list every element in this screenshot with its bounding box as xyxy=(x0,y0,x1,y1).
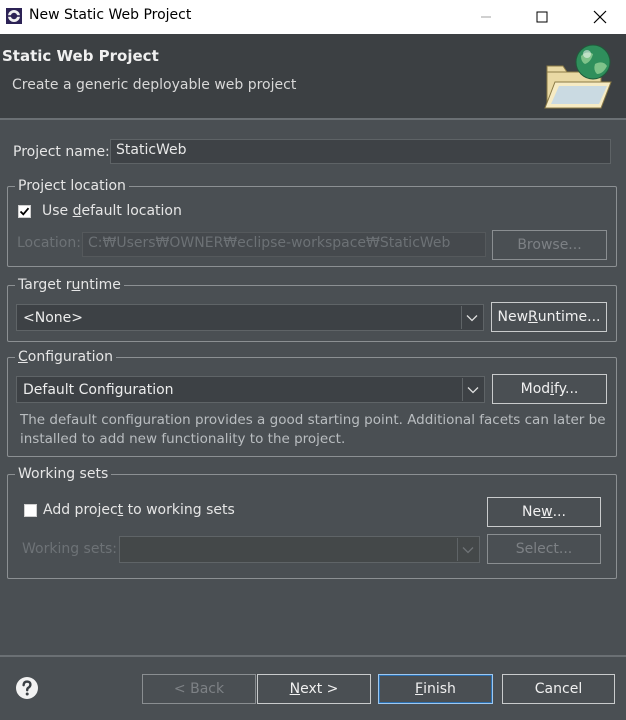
wizard-title: Static Web Project xyxy=(2,47,159,65)
configuration-select[interactable]: Default Configuration xyxy=(16,376,485,403)
new-working-set-post: ... xyxy=(552,504,566,520)
configuration-description-line2: installed to add new functionality to th… xyxy=(20,431,346,447)
target-runtime-selected: <None> xyxy=(23,309,83,326)
eclipse-app-icon xyxy=(6,8,22,24)
help-icon xyxy=(16,677,38,699)
chevron-down-icon[interactable] xyxy=(462,378,483,401)
use-default-location-label-post: efault location xyxy=(81,203,182,219)
add-to-working-sets-checkbox[interactable] xyxy=(24,504,37,517)
add-to-working-sets-post: to working sets xyxy=(123,502,235,518)
finish-post: inish xyxy=(423,681,456,697)
add-to-working-sets-pre: Add projec xyxy=(43,502,118,518)
minimize-icon xyxy=(481,16,491,18)
new-runtime-pre: New xyxy=(497,309,529,325)
modify-post: fy... xyxy=(554,381,579,397)
window-title: New Static Web Project xyxy=(29,7,192,23)
next-mnemonic: N xyxy=(289,681,301,697)
new-working-set-button[interactable]: Ne w... xyxy=(487,497,601,527)
cancel-button[interactable]: Cancel xyxy=(502,674,615,704)
configuration-legend: Configuration xyxy=(15,349,116,365)
configuration-description-line1: The default configuration provides a goo… xyxy=(20,412,606,428)
help-button[interactable] xyxy=(15,676,39,700)
use-default-location-checkbox[interactable] xyxy=(18,205,31,218)
wizard-subtitle: Create a generic deployable web project xyxy=(12,77,297,93)
folder-globe-icon xyxy=(544,44,612,109)
new-working-set-mnemonic: w xyxy=(541,504,553,520)
location-label: Location: xyxy=(17,235,81,251)
working-sets-label: Working sets: xyxy=(22,541,117,557)
chevron-down-icon[interactable] xyxy=(461,306,482,329)
modify-pre: Mod xyxy=(520,381,551,397)
close-icon xyxy=(593,10,607,24)
back-button[interactable]: < Back xyxy=(142,674,256,704)
target-runtime-legend: Target runtime xyxy=(15,277,124,293)
use-default-location-label-mnemonic: d xyxy=(72,203,82,219)
title-bar: New Static Web Project xyxy=(0,0,626,34)
working-sets-legend: Working sets xyxy=(15,466,112,482)
new-working-set-pre: Ne xyxy=(522,504,542,520)
add-to-working-sets-label: Add project to working sets xyxy=(43,502,235,518)
next-post: ext > xyxy=(300,681,339,697)
wizard-banner: Static Web Project Create a generic depl… xyxy=(0,34,626,120)
browse-button[interactable]: Browse... xyxy=(492,230,607,260)
target-runtime-legend-post: ntime xyxy=(80,277,121,293)
working-sets-select[interactable] xyxy=(119,536,480,563)
location-field[interactable]: C:₩Users₩OWNER₩eclipse-workspace₩StaticW… xyxy=(82,232,486,257)
project-location-legend: Project location xyxy=(15,178,129,194)
chevron-down-icon[interactable] xyxy=(457,538,478,561)
next-button[interactable]: Next > xyxy=(257,674,371,704)
select-working-sets-button[interactable]: Select... xyxy=(487,534,601,564)
configuration-legend-mnemonic: C xyxy=(18,349,28,365)
target-runtime-legend-pre: Target r xyxy=(18,277,72,293)
configuration-legend-post: onfiguration xyxy=(27,349,113,365)
finish-mnemonic: F xyxy=(415,681,424,697)
configuration-description: The default configuration provides a goo… xyxy=(20,411,616,449)
project-name-label: Project name: xyxy=(13,144,110,160)
maximize-button[interactable] xyxy=(519,0,565,34)
checkmark-icon xyxy=(19,207,30,216)
maximize-icon xyxy=(536,11,548,23)
new-runtime-button[interactable]: New Runtime... xyxy=(491,302,607,332)
minimize-button[interactable] xyxy=(463,0,509,34)
finish-button[interactable]: Finish xyxy=(378,674,493,704)
close-button[interactable] xyxy=(577,0,623,34)
modify-button[interactable]: Mod i fy... xyxy=(492,374,607,404)
new-runtime-mnemonic: R xyxy=(528,309,538,325)
target-runtime-select[interactable]: <None> xyxy=(16,304,484,331)
use-default-location-label: Use default location xyxy=(42,203,182,219)
project-name-field[interactable]: StaticWeb xyxy=(110,139,611,164)
new-runtime-post: untime... xyxy=(537,309,601,325)
configuration-selected: Default Configuration xyxy=(23,381,174,398)
use-default-location-label-pre: Use xyxy=(42,203,73,219)
